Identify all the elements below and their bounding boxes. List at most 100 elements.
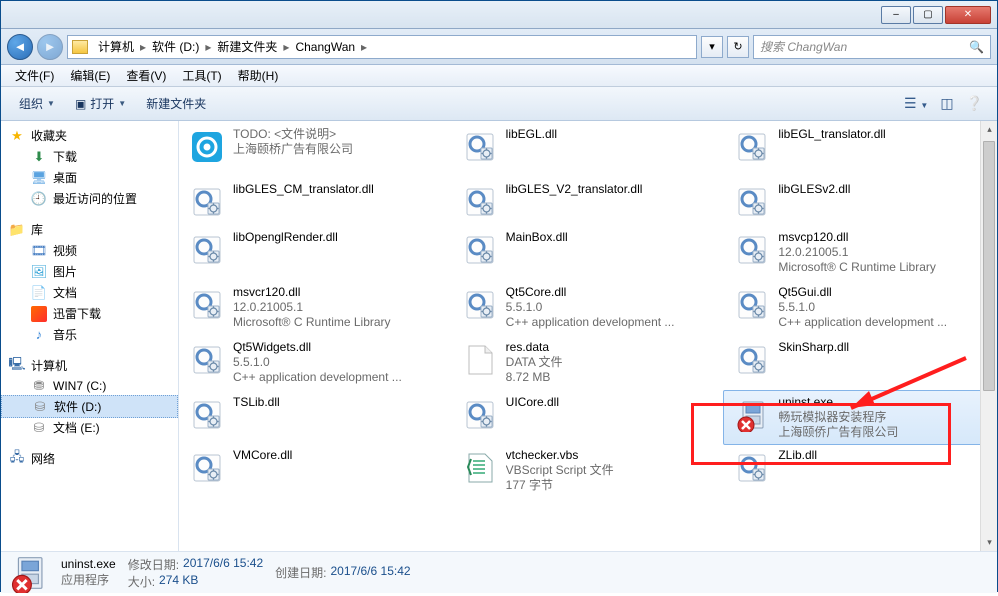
file-item[interactable]: msvcp120.dll 12.0.21005.1 Microsoft® C R… [724, 226, 997, 281]
scroll-down-button[interactable]: ▾ [981, 534, 997, 551]
organize-button[interactable]: 组织▼ [9, 91, 65, 116]
file-item[interactable]: libGLESv2.dll [724, 178, 997, 226]
file-name: uninst.exe [778, 395, 898, 410]
toolbar: 组织▼ ▣打开▼ 新建文件夹 ☰ ▼ ◫ ❔ [1, 87, 997, 121]
file-item[interactable]: Qt5Gui.dll 5.5.1.0 C++ application devel… [724, 281, 997, 336]
file-item[interactable]: vtchecker.vbs VBScript Script 文件 177 字节 [452, 444, 725, 499]
preview-pane-button[interactable]: ◫ [934, 91, 959, 116]
search-icon: 🔍 [969, 40, 984, 54]
menu-help[interactable]: 帮助(H) [230, 65, 287, 86]
menu-bar: 文件(F) 编辑(E) 查看(V) 工具(T) 帮助(H) [1, 65, 997, 87]
dll-icon [187, 230, 227, 270]
uninst-icon [732, 395, 772, 435]
file-item[interactable]: res.data DATA 文件 8.72 MB [452, 336, 725, 391]
details-filetype: 应用程序 [61, 571, 116, 588]
file-item[interactable]: libOpenglRender.dll [179, 226, 452, 281]
crumb-drive[interactable]: 软件 (D:) [148, 38, 203, 55]
file-item[interactable]: libGLES_V2_translator.dll [452, 178, 725, 226]
menu-view[interactable]: 查看(V) [118, 65, 174, 86]
dll-icon [732, 448, 772, 488]
file-name: vtchecker.vbs [506, 448, 614, 463]
file-name: Qt5Widgets.dll [233, 340, 402, 355]
crumb-computer[interactable]: 计算机 [94, 38, 138, 55]
file-name: libOpenglRender.dll [233, 230, 338, 245]
help-button[interactable]: ❔ [960, 91, 989, 116]
nav-documents[interactable]: 📄文档 [1, 282, 178, 303]
computer-group[interactable]: 🖳计算机 [1, 355, 178, 376]
nav-music[interactable]: ♪音乐 [1, 324, 178, 345]
file-item[interactable]: MainBox.dll [452, 226, 725, 281]
details-size: 274 KB [159, 573, 198, 590]
nav-videos[interactable]: 🎞视频 [1, 240, 178, 261]
nav-recent[interactable]: 🕘最近访问的位置 [1, 188, 178, 209]
refresh-button[interactable]: ↻ [727, 36, 749, 58]
crumb-current[interactable]: ChangWan [291, 40, 359, 54]
newfolder-button[interactable]: 新建文件夹 [136, 91, 216, 116]
dll-icon [732, 230, 772, 270]
nav-desktop[interactable]: 🖥桌面 [1, 167, 178, 188]
breadcrumb[interactable]: 计算机▸ 软件 (D:)▸ 新建文件夹▸ ChangWan▸ [67, 35, 697, 59]
maximize-button[interactable]: ▢ [913, 6, 943, 24]
launcher-icon [187, 127, 227, 167]
file-name: libEGL_translator.dll [778, 127, 885, 142]
address-bar: ◄ ► 计算机▸ 软件 (D:)▸ 新建文件夹▸ ChangWan▸ ▾ ↻ 搜… [1, 29, 997, 65]
crumb-folder[interactable]: 新建文件夹 [213, 38, 281, 55]
file-item[interactable]: libGLES_CM_translator.dll [179, 178, 452, 226]
file-item[interactable]: msvcr120.dll 12.0.21005.1 Microsoft® C R… [179, 281, 452, 336]
file-item[interactable]: SkinSharp.dll [724, 336, 997, 391]
scrollbar[interactable]: ▴ ▾ [980, 121, 997, 551]
search-input[interactable]: 搜索 ChangWan 🔍 [753, 35, 991, 59]
menu-edit[interactable]: 编辑(E) [62, 65, 118, 86]
history-dropdown[interactable]: ▾ [701, 36, 723, 58]
file-item[interactable]: ZLib.dll [724, 444, 997, 499]
details-pane: uninst.exe 应用程序 修改日期:2017/6/6 15:42 大小:2… [1, 551, 997, 593]
file-name: VMCore.dll [233, 448, 292, 463]
forward-button[interactable]: ► [37, 34, 63, 60]
file-item[interactable]: TODO: <文件说明> 上海颐桥广告有限公司 [179, 123, 452, 178]
nav-drive-d[interactable]: ⛁软件 (D:) [1, 395, 178, 418]
minimize-button[interactable]: – [881, 6, 911, 24]
menu-file[interactable]: 文件(F) [7, 65, 62, 86]
dll-icon [187, 448, 227, 488]
file-list[interactable]: TODO: <文件说明> 上海颐桥广告有限公司 libEGL.dll libEG… [179, 121, 997, 551]
file-icon [460, 340, 500, 380]
file-item[interactable]: VMCore.dll [179, 444, 452, 499]
view-button[interactable]: ☰ ▼ [898, 91, 934, 116]
navigation-pane[interactable]: ★收藏夹 ⬇下载 🖥桌面 🕘最近访问的位置 📁库 🎞视频 🖼图片 📄文档 迅雷下… [1, 121, 179, 551]
file-item[interactable]: TSLib.dll [179, 391, 452, 444]
back-button[interactable]: ◄ [7, 34, 33, 60]
favorites-group[interactable]: ★收藏夹 [1, 125, 178, 146]
dll-icon [187, 395, 227, 435]
dll-icon [732, 182, 772, 222]
menu-tools[interactable]: 工具(T) [174, 65, 229, 86]
nav-pictures[interactable]: 🖼图片 [1, 261, 178, 282]
network-group[interactable]: 🖧网络 [1, 448, 178, 469]
file-item[interactable]: Qt5Core.dll 5.5.1.0 C++ application deve… [452, 281, 725, 336]
nav-drive-e[interactable]: ⛁文档 (E:) [1, 417, 178, 438]
nav-downloads[interactable]: ⬇下载 [1, 146, 178, 167]
title-bar: – ▢ ✕ [1, 1, 997, 29]
dll-icon [187, 285, 227, 325]
libraries-group[interactable]: 📁库 [1, 219, 178, 240]
folder-icon [72, 40, 88, 54]
file-item[interactable]: uninst.exe 畅玩模拟器安装程序 上海颐侨广告有限公司 [723, 390, 997, 445]
nav-thunder[interactable]: 迅雷下载 [1, 303, 178, 324]
file-item[interactable]: Qt5Widgets.dll 5.5.1.0 C++ application d… [179, 336, 452, 391]
dll-icon [187, 182, 227, 222]
file-name: libGLESv2.dll [778, 182, 850, 197]
file-name: Qt5Gui.dll [778, 285, 947, 300]
dll-icon [732, 285, 772, 325]
file-item[interactable]: UICore.dll [452, 391, 725, 444]
open-button[interactable]: ▣打开▼ [65, 91, 136, 116]
file-name: msvcr120.dll [233, 285, 391, 300]
file-name: msvcp120.dll [778, 230, 936, 245]
file-item[interactable]: libEGL_translator.dll [724, 123, 997, 178]
file-item[interactable]: libEGL.dll [452, 123, 725, 178]
close-button[interactable]: ✕ [945, 6, 991, 24]
file-name: libGLES_CM_translator.dll [233, 182, 374, 197]
scroll-thumb[interactable] [983, 141, 995, 391]
file-name: MainBox.dll [506, 230, 568, 245]
scroll-up-button[interactable]: ▴ [981, 121, 997, 138]
dll-icon [460, 127, 500, 167]
nav-drive-c[interactable]: ⛃WIN7 (C:) [1, 376, 178, 396]
